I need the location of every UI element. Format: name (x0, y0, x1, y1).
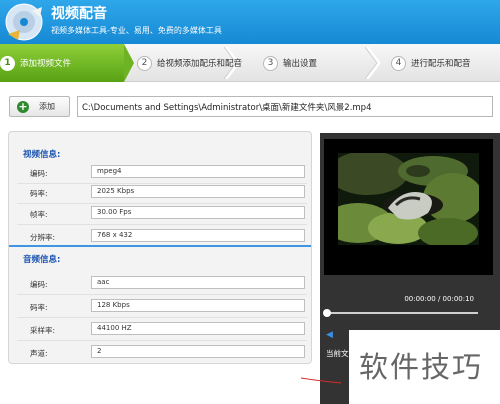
step-number: 1 (0, 55, 15, 71)
step-4[interactable]: 4 进行配乐和配音 (391, 44, 471, 82)
app-title: 视频配音 (51, 6, 107, 22)
title-bar: 视频配音 视频多媒体工具-专业、易用、免费的多媒体工具 (0, 0, 500, 44)
step-label: 输出设置 (283, 59, 318, 69)
step-2[interactable]: 2 给视频添加配乐和配音 (137, 44, 242, 82)
step-number: 2 (137, 55, 152, 71)
seek-handle[interactable] (323, 309, 331, 317)
current-text-label: 当前文 (326, 349, 349, 358)
audio-channels-label: 声道: (30, 349, 48, 358)
audio-channels-field: 2 (91, 345, 305, 358)
audio-bitrate-field: 128 Kbps (91, 299, 305, 312)
watermark-text: 软件技巧 (359, 350, 484, 384)
audio-samplerate-label: 采样率: (30, 326, 56, 335)
audio-info-title: 音频信息: (23, 255, 61, 265)
audio-codec-field: aac (91, 276, 305, 289)
app-subtitle: 视频多媒体工具-专业、易用、免费的多媒体工具 (51, 26, 222, 35)
rewind-icon[interactable]: ◀ (326, 330, 333, 340)
film-disc-logo-icon (5, 3, 43, 41)
audio-samplerate-field: 44100 HZ (91, 322, 305, 335)
video-info-title: 视频信息: (23, 150, 61, 160)
video-bitrate-field: 2025 Kbps (91, 185, 305, 198)
step-label: 添加视频文件 (20, 59, 72, 69)
add-file-button[interactable]: + 添加 (9, 96, 70, 117)
video-bitrate-label: 码率: (30, 189, 48, 198)
video-resolution-label: 分辨率: (30, 233, 56, 242)
video-resolution-field: 768 x 432 (91, 229, 305, 242)
section-divider (9, 245, 311, 247)
step-1[interactable]: 1 添加视频文件 (0, 44, 124, 82)
video-fps-field: 30.00 Fps (91, 206, 305, 219)
step-3[interactable]: 3 输出设置 (263, 44, 317, 82)
chevron-right-icon (365, 47, 381, 79)
video-frame (324, 139, 493, 275)
step-label: 给视频添加配乐和配音 (157, 59, 243, 69)
video-codec-label: 编码: (30, 169, 48, 178)
file-path-input[interactable] (77, 96, 493, 117)
time-display: 00:00:00 / 00:00:10 (404, 295, 474, 303)
audio-codec-label: 编码: (30, 280, 48, 289)
video-preview (338, 153, 479, 245)
audio-bitrate-label: 码率: (30, 303, 48, 312)
divider (17, 340, 307, 341)
divider (17, 183, 307, 184)
seek-bar[interactable] (324, 312, 478, 314)
step-number: 4 (391, 55, 406, 71)
divider (17, 203, 307, 204)
step-nav: 1 添加视频文件 2 给视频添加配乐和配音 3 输出设置 4 进行配乐和配音 (0, 44, 500, 82)
video-fps-label: 帧率: (30, 210, 48, 219)
plus-icon: + (17, 99, 29, 113)
add-button-label: 添加 (39, 102, 55, 111)
step-label: 进行配乐和配音 (411, 59, 471, 69)
divider (17, 224, 307, 225)
video-codec-field: mpeg4 (91, 165, 305, 178)
divider (17, 317, 307, 318)
step-arrow-icon (124, 44, 134, 82)
red-underline-mark (300, 377, 342, 384)
step-number: 3 (263, 55, 278, 71)
divider (17, 294, 307, 295)
media-info-panel: 视频信息: 编码: mpeg4 码率: 2025 Kbps 帧率: 30.00 … (8, 131, 312, 364)
